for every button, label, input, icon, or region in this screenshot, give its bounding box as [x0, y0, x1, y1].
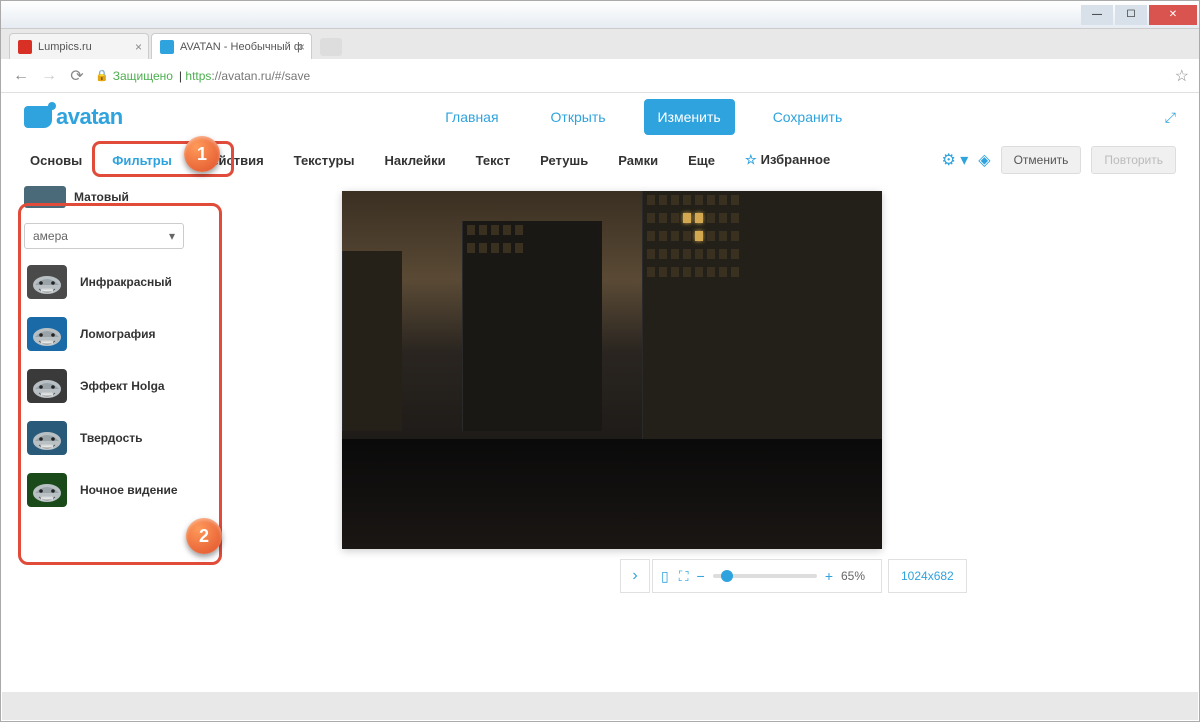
nav-home[interactable]: Главная: [431, 99, 512, 135]
url-input[interactable]: 🔒 Защищено | https ://avatan.ru/#/save: [95, 69, 1167, 83]
filter-label: Инфракрасный: [80, 275, 172, 289]
filter-label: Ночное видение: [80, 483, 178, 497]
logo-icon: [24, 106, 52, 128]
browser-tab-strip: Lumpics.ru × AVATAN - Необычный ф ×: [1, 29, 1199, 59]
filter-thumb: [24, 263, 70, 301]
address-bar: ← → ⟳ 🔒 Защищено | https ://avatan.ru/#/…: [1, 59, 1199, 93]
statusbar: [2, 692, 1198, 720]
layers-icon[interactable]: ◈: [978, 150, 990, 170]
window-close-button[interactable]: ✕: [1149, 5, 1197, 25]
filter-item[interactable]: Ночное видение: [20, 469, 230, 511]
filter-label: Эффект Holga: [80, 379, 165, 393]
filter-item[interactable]: Инфракрасный: [20, 261, 230, 303]
fullscreen-icon[interactable]: ⤢: [1165, 109, 1176, 126]
tool-frames[interactable]: Рамки: [612, 145, 664, 176]
settings-gear-icon[interactable]: ⚙ ▾: [941, 150, 968, 170]
app-logo[interactable]: avatan: [24, 104, 123, 130]
redo-button[interactable]: Повторить: [1091, 146, 1176, 174]
filter-label: Ломография: [80, 327, 156, 341]
favicon-icon: [160, 40, 174, 54]
nav-forward-button[interactable]: →: [39, 67, 59, 85]
category-value: амера: [33, 229, 68, 243]
tool-textures[interactable]: Текстуры: [288, 145, 361, 176]
annotation-badge-1: 1: [184, 136, 220, 172]
zoom-percentage: 65%: [841, 569, 873, 583]
zoom-out-button[interactable]: −: [697, 568, 705, 584]
app-topnav: avatan Главная Открыть Изменить Сохранит…: [2, 93, 1198, 141]
filters-sidebar: Матовый амера ▾ Инфракрасный Ломография Эф…: [20, 183, 230, 511]
annotation-badge-2: 2: [186, 518, 222, 554]
browser-tab-lumpics[interactable]: Lumpics.ru ×: [9, 33, 149, 59]
filter-thumb: [24, 367, 70, 405]
filter-thumb: [24, 471, 70, 509]
zoom-slider[interactable]: [713, 574, 817, 578]
image-dimensions[interactable]: 1024x682: [888, 559, 967, 593]
canvas-collapse-button[interactable]: ›: [620, 559, 650, 593]
tool-favorites[interactable]: ☆Избранное: [739, 144, 836, 176]
new-tab-button[interactable]: [320, 38, 342, 56]
tab-close-icon[interactable]: ×: [135, 40, 142, 54]
nav-reload-button[interactable]: ⟳: [67, 66, 87, 86]
nav-edit[interactable]: Изменить: [644, 99, 735, 135]
tool-filters[interactable]: Фильтры: [106, 145, 178, 176]
url-rest: ://avatan.ru/#/save: [211, 69, 310, 83]
nav-back-button[interactable]: ←: [11, 67, 31, 85]
chevron-down-icon: ▾: [169, 229, 175, 243]
url-scheme: https: [185, 69, 211, 83]
fit-width-icon[interactable]: ▯: [661, 568, 669, 585]
zoom-controls: ▯ ⛶ − + 65%: [652, 559, 882, 593]
logo-text: avatan: [56, 104, 123, 130]
nav-save[interactable]: Сохранить: [759, 99, 857, 135]
filter-item-matte[interactable]: Матовый: [20, 183, 230, 211]
edited-image: [342, 191, 882, 549]
window-maximize-button[interactable]: ☐: [1115, 5, 1147, 25]
filter-item[interactable]: Твердость: [20, 417, 230, 459]
tool-basics[interactable]: Основы: [24, 145, 88, 176]
filter-label: Твердость: [80, 431, 143, 445]
secure-label: Защищено: [113, 69, 173, 83]
zoom-slider-thumb[interactable]: [721, 570, 733, 582]
window-titlebar: — ☐ ✕: [1, 1, 1199, 29]
zoom-in-button[interactable]: +: [825, 568, 833, 584]
tool-more[interactable]: Еще: [682, 145, 721, 176]
lock-icon: 🔒: [95, 69, 109, 82]
tab-label: AVATAN - Необычный ф: [180, 41, 303, 53]
tab-close-icon[interactable]: ×: [298, 40, 305, 54]
browser-tab-avatan[interactable]: AVATAN - Необычный ф ×: [151, 33, 312, 59]
bookmark-star-icon[interactable]: ☆: [1175, 66, 1189, 86]
tool-retouch[interactable]: Ретушь: [534, 145, 594, 176]
editor-toolbar: Основы Фильтры Действия Текстуры Наклейк…: [2, 141, 1198, 179]
filter-item[interactable]: Ломография: [20, 313, 230, 355]
filter-thumb: [24, 186, 66, 208]
tool-stickers[interactable]: Наклейки: [379, 145, 452, 176]
window-minimize-button[interactable]: —: [1081, 5, 1113, 25]
filter-category-select[interactable]: амера ▾: [24, 223, 184, 249]
nav-open[interactable]: Открыть: [537, 99, 620, 135]
undo-button[interactable]: Отменить: [1001, 146, 1082, 174]
favicon-icon: [18, 40, 32, 54]
image-canvas[interactable]: [342, 191, 882, 549]
filter-thumb: [24, 315, 70, 353]
star-icon: ☆: [745, 152, 757, 167]
fit-screen-icon[interactable]: ⛶: [679, 568, 689, 585]
tab-label: Lumpics.ru: [38, 41, 92, 53]
filter-label: Матовый: [74, 190, 129, 204]
filter-item[interactable]: Эффект Holga: [20, 365, 230, 407]
tool-text[interactable]: Текст: [470, 145, 516, 176]
filter-thumb: [24, 419, 70, 457]
